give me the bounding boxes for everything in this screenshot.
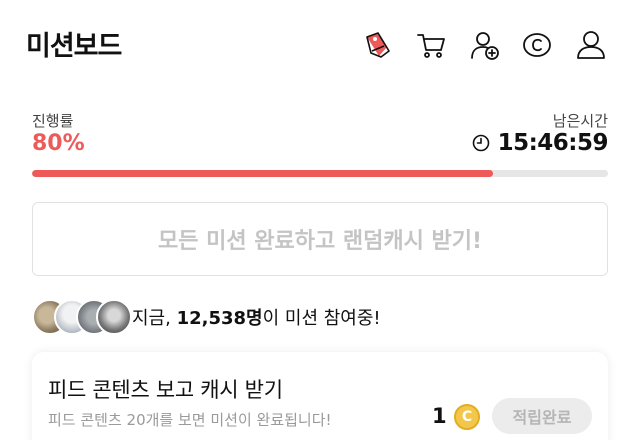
mission-title: 피드 콘텐츠 보고 캐시 받기 bbox=[48, 378, 283, 402]
reward-complete-button[interactable]: 적립완료 bbox=[492, 398, 592, 434]
remaining-time-label: 남은시간 bbox=[552, 112, 608, 130]
remaining-time: 15:46:59 bbox=[472, 130, 609, 156]
clock-icon bbox=[472, 134, 490, 152]
avatar bbox=[96, 299, 132, 335]
random-cash-button[interactable]: 모든 미션 완료하고 랜덤캐시 받기! bbox=[32, 202, 608, 276]
progress-value: 80% bbox=[32, 131, 85, 156]
mission-card: 피드 콘텐츠 보고 캐시 받기 피드 콘텐츠 20개를 보면 미션이 완료됩니다… bbox=[32, 352, 608, 440]
coin-icon: C bbox=[454, 404, 480, 430]
mission-description: 피드 콘텐츠 20개를 보면 미션이 완료됩니다! bbox=[48, 411, 332, 429]
participants-count: 12,538명 bbox=[176, 308, 263, 329]
mission-tag-icon[interactable] bbox=[360, 28, 394, 62]
add-friend-icon[interactable] bbox=[468, 28, 502, 62]
cart-icon[interactable] bbox=[414, 28, 448, 62]
reward-amount: 1 bbox=[432, 404, 447, 428]
participant-avatars bbox=[32, 297, 132, 337]
participants-text: 지금, 12,538명이 미션 참여중! bbox=[132, 308, 381, 329]
cash-coin-icon[interactable] bbox=[520, 28, 554, 62]
progress-bar-fill bbox=[32, 170, 493, 177]
progress-label: 진행률 bbox=[32, 112, 74, 130]
participants-row: 지금, 12,538명이 미션 참여중! bbox=[32, 296, 381, 338]
top-bar: 미션보드 bbox=[0, 0, 640, 88]
remaining-time-value: 15:46:59 bbox=[497, 130, 609, 156]
page-title: 미션보드 bbox=[26, 31, 122, 62]
profile-icon[interactable] bbox=[574, 28, 608, 62]
progress-bar bbox=[32, 170, 608, 177]
